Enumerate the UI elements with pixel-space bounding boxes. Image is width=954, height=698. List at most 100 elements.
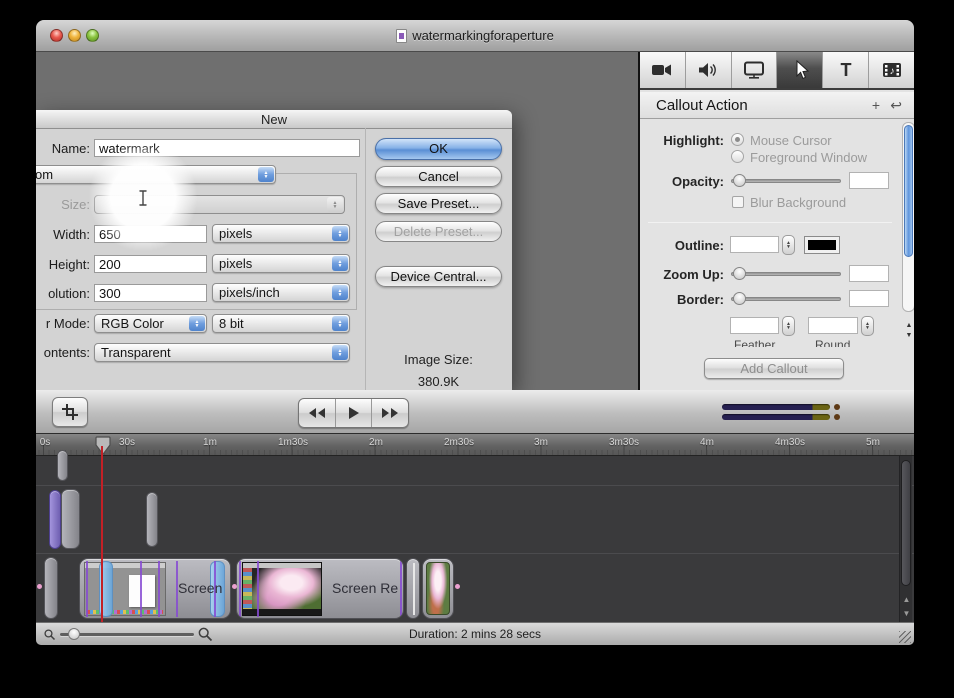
action-marker-line[interactable] [257,561,259,617]
video-camera-icon [650,60,674,80]
display-icon [742,60,766,80]
width-field[interactable]: 650 [94,225,207,243]
svg-text:♪: ♪ [889,66,894,77]
feather-field[interactable] [730,317,779,334]
outline-color-swatch[interactable] [804,236,840,254]
selection-handle[interactable] [455,584,460,589]
add-callout-button[interactable]: Add Callout [704,358,844,379]
panel-scrollbar[interactable] [902,122,914,312]
clip-track2-purple[interactable] [49,490,61,549]
transport-bar [36,390,914,434]
height-unit-dropdown[interactable]: pixels [212,254,350,273]
zoom-up-field[interactable] [849,265,889,282]
clip-track2[interactable] [146,492,158,547]
feather-stepper[interactable] [782,316,795,336]
border-slider-knob[interactable] [733,292,746,305]
border-slider[interactable] [731,297,841,301]
clip-track2[interactable] [61,489,80,549]
round-field[interactable] [808,317,858,334]
window-title: watermarkingforaperture [412,28,554,43]
dialog-title[interactable]: New [36,110,512,129]
tab-text[interactable]: T [823,52,869,88]
chevron-updown-icon [258,167,274,182]
add-icon[interactable]: + [872,97,880,113]
selection-handle[interactable] [37,584,42,589]
timeline-scrollbar[interactable]: ▲▼ [899,456,912,622]
ruler-tick-label: 0s [40,437,51,448]
scroll-down-icon[interactable]: ▼ [903,609,911,618]
scroll-down-icon[interactable]: ▼ [906,332,913,339]
action-marker-line[interactable] [400,561,402,617]
preset-dropdown[interactable]: om [36,165,276,184]
opacity-slider[interactable] [731,179,841,183]
tab-cursor[interactable] [777,52,823,88]
screen-recording-clip-2[interactable]: Screen Re [236,558,404,619]
action-marker-line[interactable] [140,561,142,617]
narrow-clip[interactable] [406,558,420,619]
ruler-tick-label: 2m30s [444,437,474,448]
playhead-marker[interactable] [94,436,112,455]
blur-background-checkbox[interactable] [732,196,744,208]
border-label: Border: [640,292,724,307]
opacity-field[interactable] [849,172,889,189]
name-field[interactable]: watermark [94,139,360,157]
scroll-up-icon[interactable]: ▲ [906,322,913,329]
border-field[interactable] [849,290,889,307]
tab-audio[interactable] [686,52,732,88]
save-preset-button[interactable]: Save Preset... [375,193,502,214]
outline-field[interactable] [730,236,779,253]
bit-depth-dropdown[interactable]: 8 bit [212,314,350,333]
minimize-button[interactable] [68,29,81,42]
action-marker-line[interactable] [239,561,241,617]
ok-button[interactable]: OK [375,138,502,160]
app-window: watermarkingforaperture New Name: waterm… [36,20,914,645]
mouse-cursor-radio[interactable] [731,133,744,146]
delete-preset-button[interactable]: Delete Preset... [375,221,502,242]
timeline-tracks[interactable]: Screen Screen Re ▲▼ [36,456,914,622]
flower-image-clip[interactable] [422,558,454,619]
timeline-scrollbar-thumb[interactable] [901,460,911,586]
tab-display[interactable] [732,52,778,88]
action-marker-line[interactable] [86,561,88,617]
foreground-window-radio[interactable] [731,150,744,163]
undo-icon[interactable]: ↩ [890,97,902,114]
resolution-field[interactable]: 300 [94,284,207,302]
zoom-up-slider-knob[interactable] [733,267,746,280]
outline-stepper[interactable] [782,235,795,255]
color-mode-dropdown[interactable]: RGB Color [94,314,207,333]
close-button[interactable] [50,29,63,42]
panel-scrollbar-thumb[interactable] [904,125,913,257]
height-field[interactable]: 200 [94,255,207,273]
timeline-ruler[interactable]: 0s 30s 1m 1m30s 2m 2m30s 3m 3m30s 4m 4m3… [36,434,914,456]
action-marker-line[interactable] [158,561,160,617]
scroll-up-icon[interactable]: ▲ [903,595,911,604]
resize-grip[interactable] [899,631,911,643]
size-dropdown[interactable] [94,195,345,214]
opacity-slider-knob[interactable] [733,174,746,187]
canvas-preview[interactable]: New Name: watermark om Size: Width: 650 … [36,52,638,390]
cancel-button[interactable]: Cancel [375,166,502,187]
zoom-button[interactable] [86,29,99,42]
contents-dropdown[interactable]: Transparent [94,343,350,362]
play-button[interactable] [336,399,373,427]
action-marker-line[interactable] [230,561,231,617]
window-titlebar[interactable]: watermarkingforaperture [36,20,914,52]
color-mode-label: r Mode: [36,316,90,331]
zoom-up-slider[interactable] [731,272,841,276]
tab-video-camera[interactable] [640,52,686,88]
selection-handle[interactable] [232,584,237,589]
rewind-button[interactable] [299,399,336,427]
round-stepper[interactable] [861,316,874,336]
device-central-button[interactable]: Device Central... [375,266,502,287]
panel-scrollbar-arrows[interactable]: ▲▼ [903,315,914,345]
width-unit-dropdown[interactable]: pixels [212,224,350,243]
clip-track3-small[interactable] [44,557,58,619]
clip-track1[interactable] [57,450,68,481]
tab-media[interactable]: ♪ [869,52,914,88]
fast-forward-button[interactable] [372,399,408,427]
resolution-label: olution: [36,286,90,301]
resolution-unit-dropdown[interactable]: pixels/inch [212,283,350,302]
ruler-tick-label: 5m [866,437,880,448]
crop-button[interactable] [52,397,88,427]
panel-title: Callout Action [656,97,748,114]
